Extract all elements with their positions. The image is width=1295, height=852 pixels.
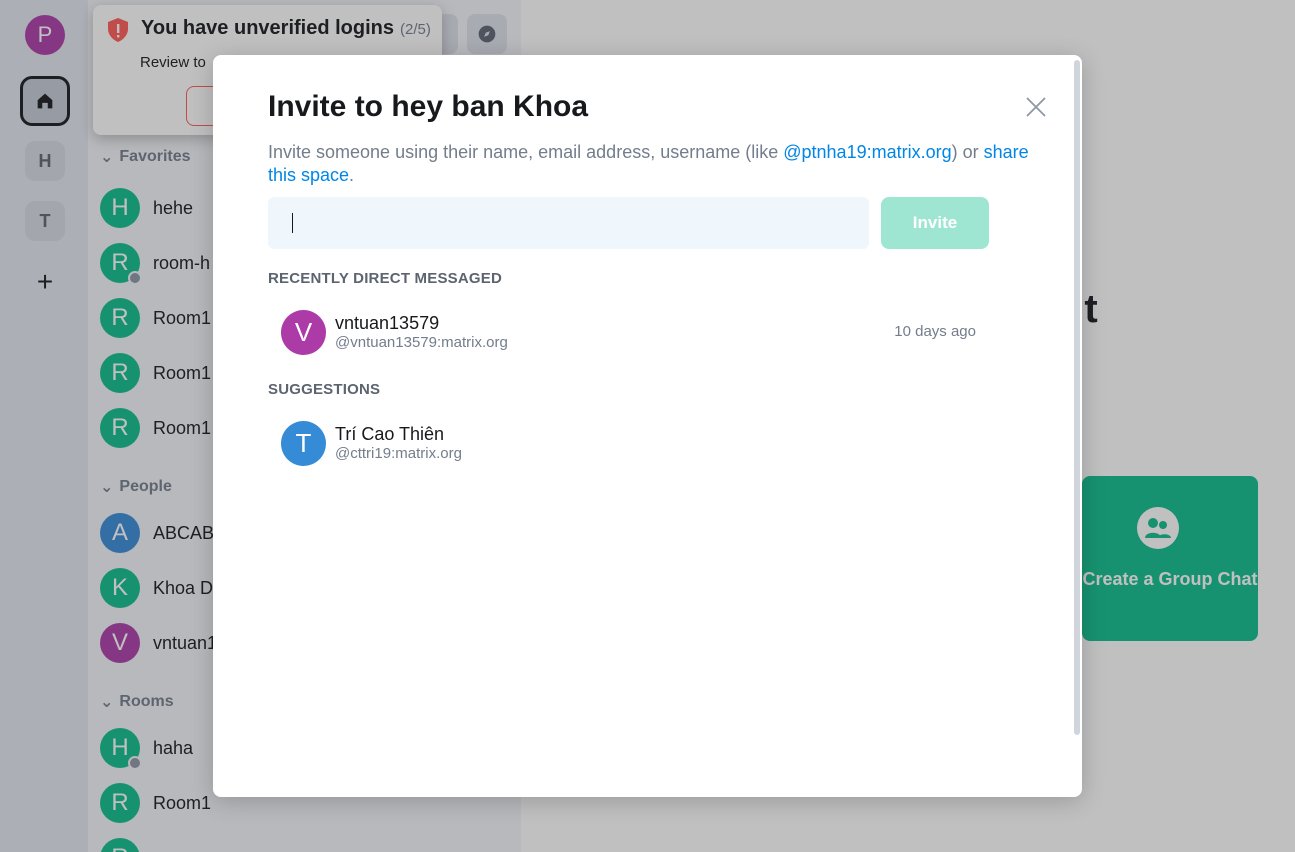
- example-user-link[interactable]: @ptnha19:matrix.org: [783, 142, 951, 162]
- suggestions-section-label: SUGGESTIONS: [268, 381, 381, 398]
- recent-section-label: RECENTLY DIRECT MESSAGED: [268, 270, 503, 287]
- recent-user-row[interactable]: V vntuan13579 @vntuan13579:matrix.org 10…: [281, 309, 981, 355]
- invite-dialog: Invite to hey ban Khoa Invite someone us…: [213, 55, 1082, 797]
- user-avatar: T: [281, 420, 326, 466]
- dialog-scrollbar[interactable]: [1074, 60, 1080, 735]
- dialog-description: Invite someone using their name, email a…: [268, 142, 1029, 185]
- text-caret: [292, 213, 293, 233]
- user-display-name: Trí Cao Thiên: [335, 424, 445, 444]
- invite-button[interactable]: Invite: [881, 197, 989, 249]
- user-display-name: vntuan13579: [335, 313, 440, 333]
- close-button[interactable]: [1025, 96, 1047, 118]
- suggested-user-row[interactable]: T Trí Cao Thiên @cttri19:matrix.org: [281, 420, 981, 466]
- user-avatar: V: [281, 309, 326, 355]
- close-icon: [1026, 97, 1046, 117]
- invite-search-input[interactable]: [268, 197, 869, 249]
- user-id: @vntuan13579:matrix.org: [335, 334, 508, 351]
- user-id: @cttri19:matrix.org: [335, 445, 462, 462]
- last-message-time: 10 days ago: [894, 323, 976, 340]
- dialog-title: Invite to hey ban Khoa: [268, 90, 589, 123]
